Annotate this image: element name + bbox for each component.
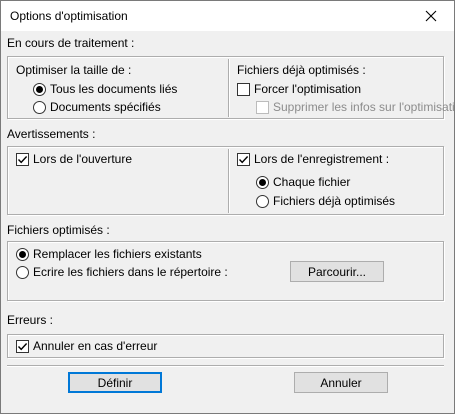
cancel-on-error-checkbox[interactable]: Annuler en cas d'erreur bbox=[16, 339, 157, 353]
radio-indicator bbox=[16, 247, 29, 261]
check-icon bbox=[237, 152, 250, 166]
radio-indicator bbox=[16, 265, 29, 279]
radio-indicator bbox=[33, 100, 46, 114]
radio-each-file[interactable]: Chaque fichier bbox=[256, 175, 350, 189]
close-button[interactable] bbox=[408, 1, 454, 31]
radio-label: Tous les documents liés bbox=[50, 82, 178, 96]
checkbox-label: Supprimer les infos sur l'optimisation bbox=[273, 100, 455, 114]
define-button[interactable]: Définir bbox=[68, 372, 162, 393]
already-optimized-label: Fichiers déjà optimisés : bbox=[237, 63, 366, 77]
checkbox-indicator bbox=[237, 82, 250, 96]
check-icon bbox=[16, 339, 29, 353]
radio-indicator bbox=[256, 194, 269, 208]
title-bar: Options d'optimisation bbox=[1, 1, 454, 31]
close-icon bbox=[425, 10, 437, 22]
radio-label: Fichiers déjà optimisés bbox=[273, 194, 396, 208]
errors-heading: Erreurs : bbox=[7, 313, 54, 327]
radio-already-optimized-files[interactable]: Fichiers déjà optimisés bbox=[256, 194, 395, 208]
remove-optimization-info-checkbox[interactable]: Supprimer les infos sur l'optimisation bbox=[256, 100, 455, 114]
footer-divider bbox=[7, 365, 444, 367]
radio-write-to-directory[interactable]: Ecrire les fichiers dans le répertoire : bbox=[16, 265, 228, 279]
radio-replace-existing[interactable]: Remplacer les fichiers existants bbox=[16, 247, 202, 261]
browse-button[interactable]: Parcourir... bbox=[290, 261, 384, 282]
radio-specified-docs[interactable]: Documents spécifiés bbox=[33, 100, 161, 114]
processing-heading: En cours de traitement : bbox=[7, 36, 135, 50]
force-optimization-checkbox[interactable]: Forcer l'optimisation bbox=[237, 82, 361, 96]
size-group-label: Optimiser la taille de : bbox=[16, 63, 132, 77]
checkbox-label: Lors de l'ouverture bbox=[33, 152, 133, 166]
check-icon bbox=[16, 152, 29, 166]
radio-label: Remplacer les fichiers existants bbox=[33, 247, 202, 261]
checkbox-label: Lors de l'enregistrement : bbox=[254, 152, 390, 166]
radio-indicator bbox=[256, 175, 269, 189]
optimized-files-heading: Fichiers optimisés : bbox=[7, 223, 110, 237]
warn-on-save-checkbox[interactable]: Lors de l'enregistrement : bbox=[237, 152, 389, 166]
radio-all-linked-docs[interactable]: Tous les documents liés bbox=[33, 82, 177, 96]
warn-on-open-checkbox[interactable]: Lors de l'ouverture bbox=[16, 152, 132, 166]
checkbox-label: Annuler en cas d'erreur bbox=[33, 339, 158, 353]
window-title: Options d'optimisation bbox=[10, 9, 128, 23]
dialog-window: Options d'optimisation En cours de trait… bbox=[0, 0, 455, 414]
warnings-heading: Avertissements : bbox=[7, 127, 96, 141]
warnings-divider bbox=[228, 149, 230, 213]
radio-indicator bbox=[33, 82, 46, 96]
checkbox-indicator bbox=[256, 100, 269, 114]
processing-divider bbox=[228, 59, 230, 117]
cancel-button[interactable]: Annuler bbox=[294, 372, 388, 393]
checkbox-label: Forcer l'optimisation bbox=[254, 82, 361, 96]
radio-label: Chaque fichier bbox=[273, 175, 351, 189]
radio-label: Ecrire les fichiers dans le répertoire : bbox=[33, 265, 228, 279]
radio-label: Documents spécifiés bbox=[50, 100, 161, 114]
